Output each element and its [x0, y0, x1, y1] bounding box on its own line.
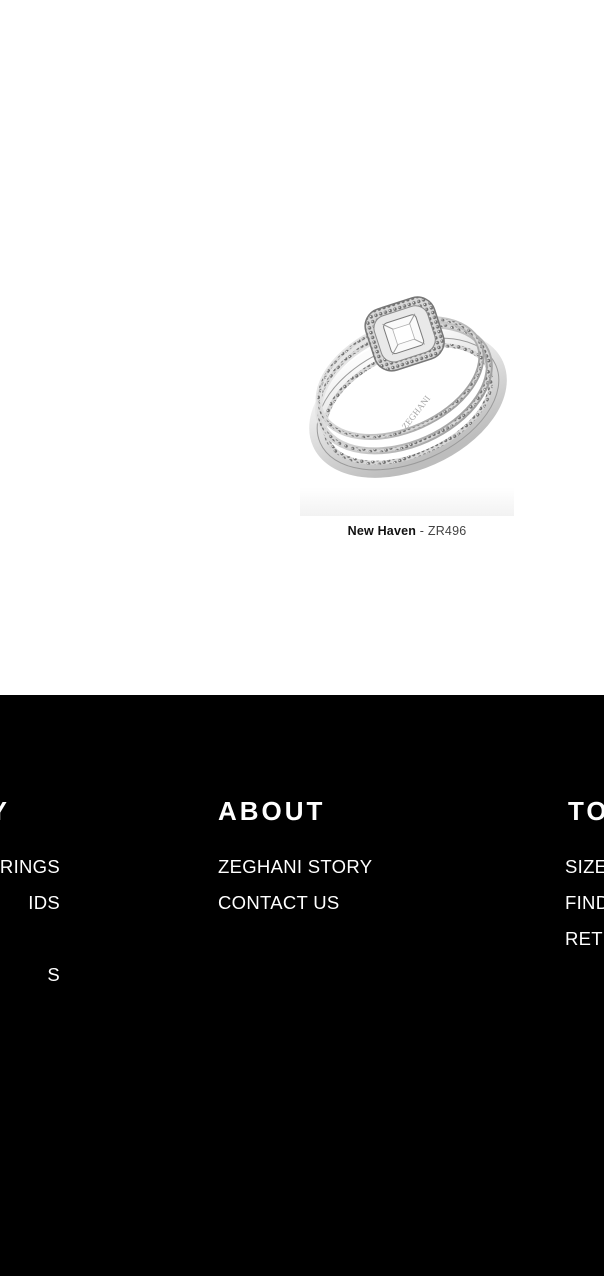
product-image[interactable]: ZEGHANI: [300, 280, 514, 516]
product-separator: -: [419, 524, 425, 538]
footer-links-about: ZEGHANI STORY CONTACT US: [218, 853, 372, 925]
footer-link-item[interactable]: CONTACT US: [218, 889, 372, 925]
footer-link-rings[interactable]: RINGS: [0, 856, 60, 877]
footer-link-returns[interactable]: RETU: [565, 928, 604, 949]
footer-heading-right: TO: [568, 796, 604, 826]
footer-link-item[interactable]: RETU: [565, 925, 604, 961]
site-footer: Y RINGS IDS S ABOUT ZEGHANI STORY CONTAC…: [0, 695, 604, 1276]
product-name[interactable]: New Haven: [348, 524, 417, 538]
page: ZEGHANI New Haven - ZR496 Y RINGS IDS S …: [0, 0, 604, 1276]
footer-link-zeghani-story[interactable]: ZEGHANI STORY: [218, 856, 372, 877]
footer-link-item[interactable]: [0, 925, 60, 961]
footer-heading-about: ABOUT: [218, 796, 326, 826]
product-grid: ZEGHANI New Haven - ZR496: [0, 0, 604, 695]
diamond-ring-set-image: ZEGHANI: [309, 296, 507, 478]
product-caption[interactable]: New Haven - ZR496: [300, 524, 514, 538]
footer-link-item[interactable]: RINGS: [0, 853, 60, 889]
footer-link-item[interactable]: ZEGHANI STORY: [218, 853, 372, 889]
footer-heading-left: Y: [0, 795, 10, 827]
footer-link-bands[interactable]: IDS: [28, 892, 60, 913]
footer-link-size[interactable]: SIZE: [565, 856, 604, 877]
footer-link-find[interactable]: FIND: [565, 892, 604, 913]
footer-link-item[interactable]: IDS: [0, 889, 60, 925]
footer-link-contact-us[interactable]: CONTACT US: [218, 892, 340, 913]
footer-links-left: RINGS IDS S: [0, 853, 60, 997]
product-sku: ZR496: [427, 524, 467, 538]
footer-links-right: SIZE FIND RETU: [565, 853, 604, 961]
footer-link-item[interactable]: SIZE: [565, 853, 604, 889]
footer-link-item[interactable]: S: [0, 961, 60, 997]
footer-link-item[interactable]: FIND: [565, 889, 604, 925]
footer-link-s[interactable]: S: [47, 964, 60, 985]
